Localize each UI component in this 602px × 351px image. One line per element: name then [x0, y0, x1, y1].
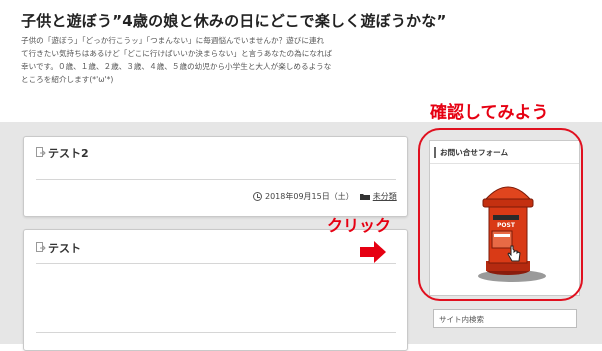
folder-icon [359, 194, 370, 200]
document-arrow-icon [36, 242, 46, 252]
site-description-line: 子供の「遊ぼう」「どっか行こうッ」「つまんない」に毎週悩んでいませんか？遊びに連… [21, 36, 325, 45]
divider [36, 263, 396, 264]
document-arrow-icon [36, 147, 46, 157]
post-title[interactable]: テスト2 [36, 145, 89, 161]
site-description-line: 幸いです。０歳、１歳、２歳、３歳、４歳、５歳の幼児から小学生と大人が楽しめるよう… [21, 62, 332, 71]
post-title-text[interactable]: テスト2 [48, 145, 89, 161]
post-card: テスト2 2018年09月15日（土） 未分類 [23, 136, 408, 217]
site-description: 子供の「遊ぼう」「どっか行こうッ」「つまんない」に毎週悩んでいませんか？遊びに連… [21, 34, 416, 86]
site-title[interactable]: 子供と遊ぼう”4歳の娘と休みの日にどこで楽しく遊ぼうかな” [21, 10, 447, 31]
site-description-line: ところを紹介します(*'ω'*) [21, 75, 114, 84]
arrow-right-icon [360, 241, 386, 263]
divider [36, 179, 396, 180]
divider [36, 332, 396, 333]
post-date: 2018年09月15日（土） [265, 192, 354, 201]
click-annotation: クリック [327, 216, 392, 235]
post-title[interactable]: テスト [36, 240, 81, 256]
search-placeholder: サイト内検索 [439, 315, 484, 324]
check-annotation: 確認してみよう [430, 103, 549, 123]
post-card: テスト [23, 229, 408, 351]
site-search-input[interactable]: サイト内検索 [433, 309, 577, 328]
clock-icon [253, 192, 262, 201]
post-category-link[interactable]: 未分類 [373, 191, 397, 202]
highlight-oval [418, 128, 583, 301]
site-description-line: て行きたい気持ちはあるけど「どこに行けばいいか決まらない」と言うあなたの為になれ… [21, 49, 333, 58]
post-meta: 2018年09月15日（土） 未分類 [253, 191, 397, 202]
post-title-text[interactable]: テスト [48, 240, 81, 256]
